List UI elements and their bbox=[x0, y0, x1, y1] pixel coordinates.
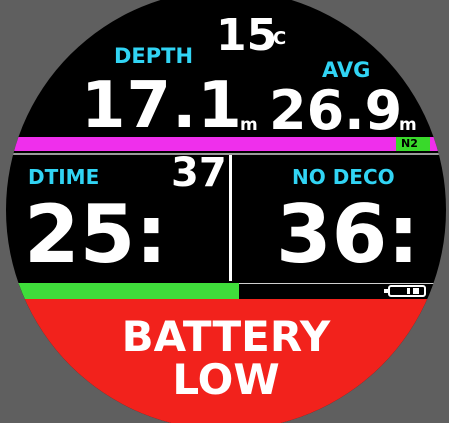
avg-depth-unit: m bbox=[399, 115, 417, 135]
progress-fill bbox=[6, 283, 239, 299]
gas-bar bbox=[6, 137, 446, 151]
battery-low-icon bbox=[384, 285, 426, 297]
alarm-text-line2: LOW bbox=[172, 355, 280, 404]
avg-depth-value: 26.9 bbox=[269, 79, 403, 142]
no-deco-value: 36: bbox=[276, 188, 420, 281]
no-deco-label: NO DECO bbox=[292, 165, 395, 189]
alarm-text-line1: BATTERY bbox=[121, 312, 331, 361]
dive-computer-screen: 15 °C DEPTH AVG 17.1 m 26.9 m N2 DTIME 3… bbox=[6, 0, 446, 423]
depth-unit: m bbox=[240, 115, 258, 135]
dtime-seconds: 37 bbox=[171, 150, 227, 196]
divider bbox=[229, 155, 232, 281]
avg-label: AVG bbox=[322, 58, 371, 82]
dtime-value: 25: bbox=[24, 188, 168, 281]
depth-value: 17.1 bbox=[81, 69, 243, 143]
gas-label: N2 bbox=[401, 137, 418, 150]
temperature-unit: °C bbox=[264, 28, 287, 49]
depth-label: DEPTH bbox=[114, 44, 194, 68]
dtime-label: DTIME bbox=[28, 165, 100, 189]
